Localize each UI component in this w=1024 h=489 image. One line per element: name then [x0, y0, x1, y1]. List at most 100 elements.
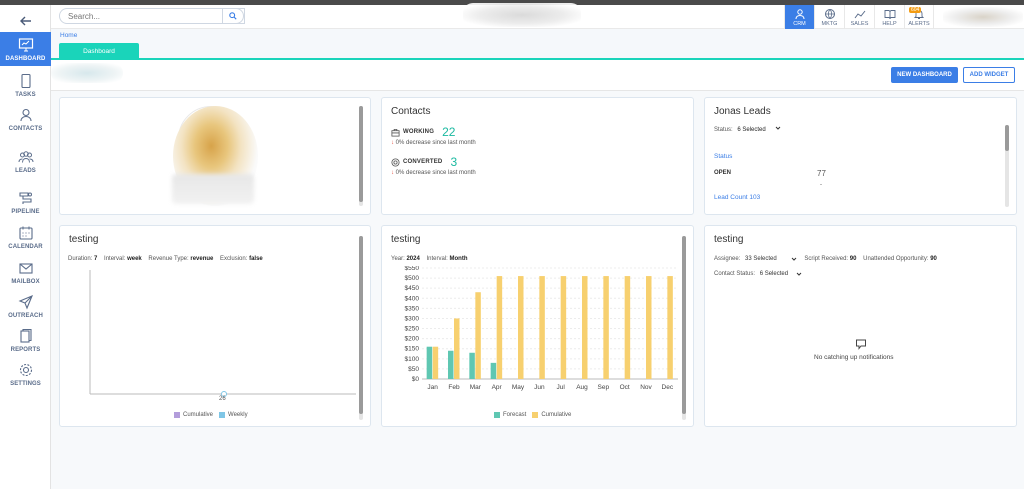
bar-cumulative-sep[interactable]	[603, 276, 609, 379]
bar-cumulative-apr[interactable]	[496, 276, 503, 379]
script-received-label: Script Received:	[804, 256, 849, 262]
tab-dashboard[interactable]: Dashboard	[59, 43, 139, 59]
header-mktg-button[interactable]: MKTG	[814, 5, 844, 29]
sidebar-item-pipeline[interactable]: PIPELINE	[0, 185, 51, 219]
contact-status-filter: Contact Status: 6 Selected	[714, 271, 802, 277]
converted-count: 3	[450, 155, 458, 169]
legend-cumulative[interactable]: Cumulative	[183, 412, 213, 418]
y-tick-label: $150	[405, 346, 420, 353]
dashboard-content: Contacts WORKING 22 ↓ 0% decrease since …	[51, 91, 1024, 489]
sidebar-item-tasks[interactable]: TASKS	[0, 68, 51, 102]
card-scrollbar[interactable]	[359, 236, 363, 420]
bar-cumulative-may[interactable]	[518, 276, 524, 379]
bar-cumulative-feb[interactable]	[454, 318, 460, 379]
card-scrollbar[interactable]	[682, 236, 686, 420]
legend-forecast[interactable]: Forecast	[503, 412, 526, 418]
search-button[interactable]	[222, 8, 244, 24]
status-filter[interactable]: Status: 6 Selected	[714, 126, 781, 133]
header-help-button[interactable]: HELP	[874, 5, 904, 29]
outreach-icon	[18, 294, 33, 309]
bar-forecast-apr[interactable]	[490, 362, 497, 379]
down-arrow-icon: ↓	[391, 140, 394, 146]
pipeline-icon	[18, 191, 32, 204]
bar-cumulative-nov[interactable]	[646, 276, 652, 379]
breadcrumb-bar: Home Dashboard	[51, 29, 1024, 60]
back-arrow-icon	[19, 16, 31, 26]
lead-count-link[interactable]: Lead Count 103	[714, 194, 760, 201]
card-scrollbar[interactable]	[359, 106, 363, 206]
chart-legend: Forecast Cumulative	[494, 412, 571, 418]
bar-cumulative-dec[interactable]	[667, 276, 673, 379]
card-scrollbar[interactable]	[1005, 125, 1009, 207]
y-tick-label: $400	[405, 295, 420, 302]
status-heading[interactable]: Status	[714, 153, 732, 160]
x-tick-label: 26	[219, 396, 226, 402]
line-chart	[89, 270, 356, 397]
new-dashboard-button[interactable]: NEW DASHBOARD	[891, 67, 958, 83]
bar-forecast-jan[interactable]	[426, 346, 433, 379]
testing-filters: Duration: 7 Interval: week Revenue Type:…	[68, 256, 263, 262]
sidebar-item-label: CONTACTS	[8, 125, 43, 132]
assignee-select[interactable]: 33 Selected	[745, 256, 797, 262]
back-button[interactable]	[0, 11, 51, 31]
bar-cumulative-oct[interactable]	[624, 276, 631, 379]
y-tick-label: $50	[408, 366, 419, 373]
globe-icon	[824, 9, 835, 19]
dashboard-icon	[18, 37, 33, 51]
card-title: testing	[714, 234, 744, 245]
chevron-down-icon	[791, 257, 797, 261]
x-tick-label: May	[512, 384, 525, 391]
sidebar-item-dashboard[interactable]: DASHBOARD	[0, 32, 51, 66]
sidebar-item-label: MAILBOX	[11, 278, 40, 285]
header-alerts-button[interactable]: 604 ALERTS	[904, 5, 934, 29]
header-button-label: SALES	[850, 21, 869, 27]
sidebar-item-outreach[interactable]: OUTREACH	[0, 289, 51, 323]
x-tick-label: Jul	[557, 384, 566, 391]
sidebar-item-mailbox[interactable]: MAILBOX	[0, 255, 51, 289]
contact-status-label: Contact Status:	[714, 271, 756, 277]
bar-cumulative-aug[interactable]	[582, 276, 588, 379]
sidebar-item-label: PIPELINE	[11, 208, 40, 215]
blurred-dashboard-selector[interactable]	[51, 63, 123, 83]
y-tick-label: $0	[412, 376, 420, 383]
legend-cumulative[interactable]: Cumulative	[541, 412, 571, 418]
sidebar-item-settings[interactable]: SETTINGS	[0, 357, 51, 391]
breadcrumb-home-link[interactable]: Home	[60, 32, 77, 39]
bar-forecast-mar[interactable]	[469, 352, 475, 379]
bar-chart: $0 $50 $100 $150 $200 $250 $300 $350 $400 $450 $50…	[405, 266, 678, 391]
legend-swatch-cumulative	[532, 412, 539, 418]
working-trend: ↓ 0% decrease since last month	[391, 140, 476, 146]
assignee-label: Assignee:	[714, 256, 741, 262]
bar-cumulative-mar[interactable]	[475, 292, 481, 379]
alerts-count-badge: 604	[909, 7, 922, 13]
card-title: testing	[391, 234, 421, 245]
bar-cumulative-jul[interactable]	[560, 276, 567, 379]
add-widget-button[interactable]: ADD WIDGET	[963, 67, 1015, 83]
interval-value: week	[127, 256, 142, 262]
calendar-icon	[18, 226, 33, 240]
header-sales-button[interactable]: SALES	[844, 5, 874, 29]
x-tick-label: Feb	[448, 384, 460, 391]
x-tick-label: Apr	[492, 384, 503, 391]
leads-icon	[18, 150, 33, 163]
contact-status-select[interactable]: 6 Selected	[760, 271, 802, 277]
exclusion-value: false	[249, 256, 263, 262]
sidebar-item-label: LEADS	[15, 167, 36, 174]
user-profile-blurred[interactable]	[943, 7, 1023, 27]
x-tick-label: Sep	[598, 384, 610, 391]
x-tick-label: Jun	[534, 384, 545, 391]
header-crm-button[interactable]: CRM	[784, 5, 814, 29]
search-input[interactable]	[68, 11, 218, 21]
x-tick-label: Aug	[576, 384, 588, 391]
tasks-icon	[20, 73, 31, 88]
bar-cumulative-jun[interactable]	[539, 276, 545, 379]
sidebar-item-leads[interactable]: LEADS	[0, 144, 51, 178]
sidebar-item-calendar[interactable]: CALENDAR	[0, 220, 51, 254]
sidebar-item-reports[interactable]: REPORTS	[0, 323, 51, 357]
sidebar-item-contacts[interactable]: CONTACTS	[0, 102, 51, 136]
chevron-down-icon	[796, 272, 802, 276]
legend-weekly[interactable]: Weekly	[228, 412, 248, 418]
bar-cumulative-jan[interactable]	[432, 346, 439, 379]
interval-label: Interval:	[426, 256, 448, 262]
bar-forecast-feb[interactable]	[448, 350, 454, 379]
